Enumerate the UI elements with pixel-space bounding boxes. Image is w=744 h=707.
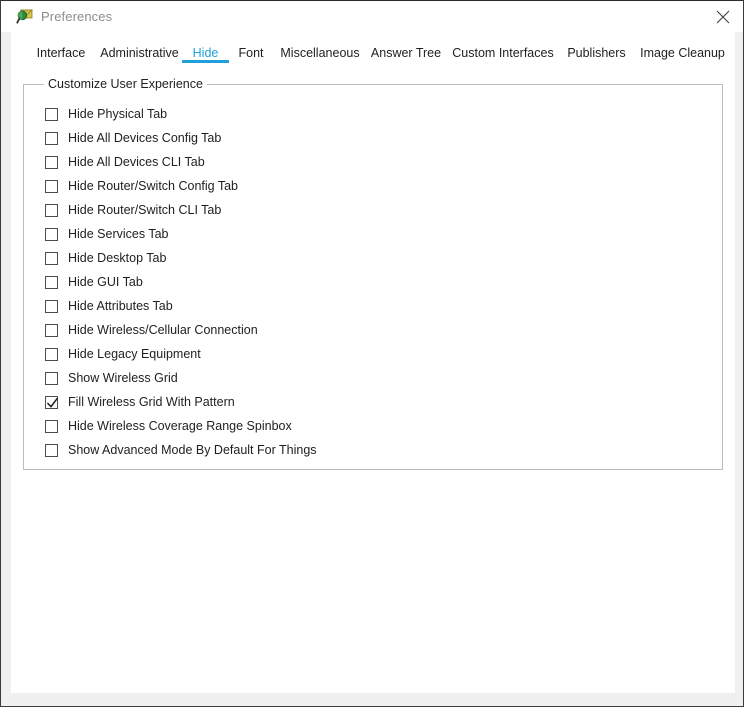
checkbox-row[interactable]: Hide All Devices CLI Tab [45,153,205,171]
checkbox-label: Hide Physical Tab [68,107,168,121]
tab-label: Font [238,46,264,60]
window-left-margin [1,32,11,706]
checkbox-row[interactable]: Hide GUI Tab [45,273,143,291]
tab-label: Miscellaneous [280,46,360,60]
checkbox-unchecked-icon[interactable] [45,299,58,313]
checkbox-row[interactable]: Hide All Devices Config Tab [45,129,221,147]
checkbox-unchecked-icon[interactable] [45,155,58,169]
checkbox-row[interactable]: Hide Legacy Equipment [45,345,201,363]
checkbox-unchecked-icon[interactable] [45,131,58,145]
tab-label: Hide [192,46,219,60]
checkbox-unchecked-icon[interactable] [45,443,58,457]
checkbox-label: Fill Wireless Grid With Pattern [68,395,235,409]
checkbox-label: Hide Router/Switch Config Tab [68,179,238,193]
checkbox-label: Hide All Devices Config Tab [68,131,222,145]
tab-label: Administrative [100,46,179,60]
checkbox-label: Hide Wireless/Cellular Connection [68,323,258,337]
checkbox-unchecked-icon[interactable] [45,179,58,193]
tab-hide[interactable]: Hide [182,32,229,68]
checkbox-row[interactable]: Hide Physical Tab [45,105,167,123]
tab-label: Interface [36,46,86,60]
checkbox-unchecked-icon[interactable] [45,275,58,289]
checkbox-label: Show Advanced Mode By Default For Things [68,443,317,457]
preferences-tab-bar: Interface Administrative Hide Font Miscellan… [11,32,735,68]
tab-publishers[interactable]: Publishers [561,32,632,68]
checkbox-row[interactable]: Hide Router/Switch Config Tab [45,177,238,195]
preferences-window: Preferences Interface Administrative Hide F… [0,0,744,707]
checkbox-label: Hide Router/Switch CLI Tab [68,203,222,217]
checkbox-unchecked-icon[interactable] [45,251,58,265]
tab-answer-tree[interactable]: Answer Tree [365,32,447,68]
tab-font[interactable]: Font [227,32,275,68]
tab-image-cleanup[interactable]: Image Cleanup [636,32,729,68]
tab-label: Publishers [567,46,626,60]
checkbox-unchecked-icon[interactable] [45,227,58,241]
tab-administrative[interactable]: Administrative [91,32,188,68]
checkbox-label: Show Wireless Grid [68,371,178,385]
checkbox-row[interactable]: Hide Router/Switch CLI Tab [45,201,221,219]
checkbox-label: Hide Legacy Equipment [68,347,201,361]
checkbox-unchecked-icon[interactable] [45,107,58,121]
window-right-margin [734,32,743,706]
checkbox-row[interactable]: Hide Attributes Tab [45,297,173,315]
tab-interface[interactable]: Interface [29,32,93,68]
tab-label: Image Cleanup [640,46,725,60]
packet-tracer-preferences-icon [16,8,34,26]
group-title: Customize User Experience [44,77,207,92]
checkbox-row[interactable]: Hide Services Tab [45,225,169,243]
preferences-content-panel: Interface Administrative Hide Font Miscellan… [11,32,735,693]
checkbox-unchecked-icon[interactable] [45,347,58,361]
tab-label: Custom Interfaces [452,46,554,60]
checkbox-row[interactable]: Hide Desktop Tab [45,249,166,267]
checkbox-row[interactable]: Hide Wireless Coverage Range Spinbox [45,417,292,435]
checkbox-unchecked-icon[interactable] [45,203,58,217]
checkbox-row[interactable]: Fill Wireless Grid With Pattern [45,393,235,411]
checkbox-row[interactable]: Show Advanced Mode By Default For Things [45,441,317,459]
checkbox-unchecked-icon[interactable] [45,419,58,433]
title-bar: Preferences [1,0,743,32]
checkbox-checked-icon[interactable] [45,395,59,409]
checkbox-unchecked-icon[interactable] [45,323,58,337]
checkbox-label: Hide All Devices CLI Tab [68,155,205,169]
customize-user-experience-group: Customize User Experience Hide Physical … [23,77,723,470]
tab-custom-interfaces[interactable]: Custom Interfaces [448,32,558,68]
close-icon[interactable] [701,1,743,32]
window-bottom-margin [1,693,743,706]
checkbox-label: Hide Services Tab [68,227,169,241]
checkbox-label: Hide Wireless Coverage Range Spinbox [68,419,292,433]
checkbox-row[interactable]: Hide Wireless/Cellular Connection [45,321,258,339]
active-tab-underline [182,60,229,63]
window-title: Preferences [41,9,113,24]
checkbox-label: Hide Attributes Tab [68,299,173,313]
checkbox-unchecked-icon[interactable] [45,371,58,385]
checkbox-label: Hide Desktop Tab [68,251,167,265]
checkbox-label: Hide GUI Tab [68,275,143,289]
tab-label: Answer Tree [370,46,442,60]
tab-miscellaneous[interactable]: Miscellaneous [271,32,369,68]
checkbox-row[interactable]: Show Wireless Grid [45,369,178,387]
